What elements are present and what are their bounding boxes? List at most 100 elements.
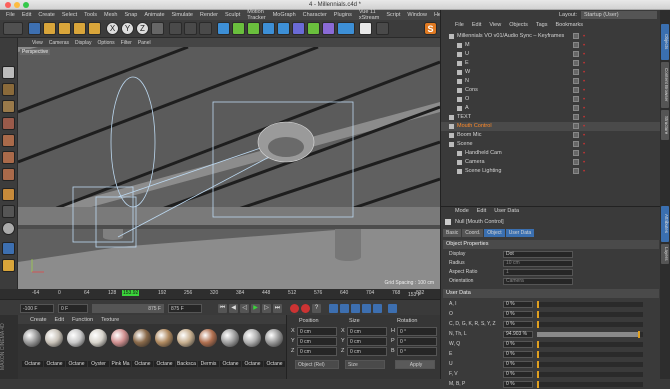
om-menu-objects[interactable]: Objects xyxy=(509,22,528,28)
keyframe-selection-icon[interactable]: ? xyxy=(312,304,321,313)
autokey-icon[interactable] xyxy=(301,304,310,313)
slider-handle[interactable] xyxy=(537,321,539,328)
property-value[interactable]: Camera xyxy=(503,278,573,285)
menu-character[interactable]: Character xyxy=(303,12,327,18)
nurbs-icon[interactable] xyxy=(232,22,245,35)
deformer-icon[interactable] xyxy=(277,22,290,35)
visibility-icon[interactable] xyxy=(573,42,579,48)
tab-object[interactable]: Object xyxy=(484,229,505,237)
viewport-menu-view[interactable]: View xyxy=(32,40,43,46)
material-swatch[interactable]: Octane xyxy=(132,329,153,367)
object-row[interactable]: O • xyxy=(441,95,661,104)
user-data-value[interactable]: 0 % xyxy=(503,321,533,328)
timeline-ruler[interactable]: -64 0 64 128 153.92 192 256 320 384 448 … xyxy=(0,289,440,299)
slider-handle[interactable] xyxy=(537,371,539,378)
visibility-icon[interactable] xyxy=(573,159,579,165)
attr-menu-user-data[interactable]: User Data xyxy=(494,208,519,214)
coordinate-mode-select[interactable]: Object (Rel) xyxy=(295,360,339,369)
spline-icon[interactable] xyxy=(292,22,305,35)
menu-simulate[interactable]: Simulate xyxy=(172,12,193,18)
coord-value-field[interactable]: 0 cm xyxy=(347,337,387,346)
object-row[interactable]: M • xyxy=(441,41,661,50)
coordinate-system-icon[interactable] xyxy=(151,22,164,35)
axis-mode-icon[interactable] xyxy=(2,188,15,201)
material-swatch[interactable]: Octane xyxy=(154,329,175,367)
visibility-icon[interactable] xyxy=(573,105,579,111)
render-view-icon[interactable] xyxy=(169,22,182,35)
menu-edit[interactable]: Edit xyxy=(22,12,31,18)
go-to-end-icon[interactable]: ⏭ xyxy=(273,304,282,313)
material-swatch[interactable]: Octane xyxy=(66,329,87,367)
play-reverse-icon[interactable]: ◁ xyxy=(240,304,249,313)
property-value[interactable]: 1 xyxy=(503,269,573,276)
menu-mograph[interactable]: MoGraph xyxy=(273,12,296,18)
play-icon[interactable]: ▶ xyxy=(251,304,260,313)
polygons-mode-icon[interactable] xyxy=(2,168,15,181)
slider-handle[interactable] xyxy=(537,351,539,358)
om-menu-bookmarks[interactable]: Bookmarks xyxy=(555,22,583,28)
minimize-window-button[interactable] xyxy=(14,2,20,8)
material-swatch[interactable]: Octane xyxy=(220,329,241,367)
viewport-menu-cameras[interactable]: Cameras xyxy=(49,40,69,46)
environment-icon[interactable] xyxy=(322,22,335,35)
object-row[interactable]: Camera • xyxy=(441,158,661,167)
end-frame-field[interactable]: 875 F xyxy=(168,304,202,313)
object-row[interactable]: N • xyxy=(441,77,661,86)
om-menu-edit[interactable]: Edit xyxy=(472,22,481,28)
material-menu-edit[interactable]: Edit xyxy=(55,317,64,323)
next-key-icon[interactable]: ▷ xyxy=(262,304,271,313)
scale-tool-icon[interactable] xyxy=(58,22,71,35)
visibility-icon[interactable] xyxy=(573,132,579,138)
visibility-icon[interactable] xyxy=(573,69,579,75)
timeline-settings-icon[interactable] xyxy=(388,304,397,313)
material-swatch[interactable]: Octane xyxy=(242,329,263,367)
material-menu-function[interactable]: Function xyxy=(72,317,93,323)
user-data-value[interactable]: 0 % xyxy=(503,371,533,378)
slider-handle[interactable] xyxy=(537,311,539,318)
planar-workplane-icon[interactable] xyxy=(2,259,15,272)
playhead[interactable]: 153.92 xyxy=(122,290,140,296)
model-mode-icon[interactable] xyxy=(2,83,15,96)
key-parameter-icon[interactable] xyxy=(362,304,371,313)
bulb-icon[interactable] xyxy=(376,22,389,35)
object-row[interactable]: E • xyxy=(441,59,661,68)
preview-range-slider[interactable]: 875 F xyxy=(92,304,164,313)
viewport-menu-options[interactable]: Options xyxy=(97,40,114,46)
material-swatch[interactable]: Octane xyxy=(22,329,43,367)
om-menu-tags[interactable]: Tags xyxy=(536,22,548,28)
size-mode-select[interactable]: Size xyxy=(345,360,385,369)
tab-coord[interactable]: Coord. xyxy=(462,229,484,237)
user-data-value[interactable]: 0 % xyxy=(503,351,533,358)
user-data-value[interactable]: 0 % xyxy=(503,361,533,368)
side-tab-content-browser[interactable]: Content Browser xyxy=(661,62,669,108)
visibility-icon[interactable] xyxy=(573,51,579,57)
object-row[interactable]: Boom Mic • xyxy=(441,131,661,140)
slider-handle[interactable] xyxy=(637,331,640,338)
cloner-icon[interactable] xyxy=(262,22,275,35)
render-settings-icon[interactable] xyxy=(199,22,212,35)
menu-plugins[interactable]: Plugins xyxy=(334,12,352,18)
camera-icon[interactable] xyxy=(337,22,355,35)
last-tool-icon[interactable] xyxy=(88,22,101,35)
key-scale-icon[interactable] xyxy=(340,304,349,313)
move-tool-icon[interactable] xyxy=(43,22,56,35)
workplane-mode-icon[interactable] xyxy=(2,117,15,130)
select-tool-icon[interactable] xyxy=(28,22,41,35)
coord-value-field[interactable]: 0 cm xyxy=(297,327,337,336)
side-tab-objects[interactable]: Objects xyxy=(661,24,669,60)
locked-workplane-icon[interactable] xyxy=(2,242,15,255)
edges-mode-icon[interactable] xyxy=(2,151,15,164)
slider-handle[interactable] xyxy=(537,381,539,388)
slider-handle[interactable] xyxy=(537,341,539,348)
visibility-icon[interactable] xyxy=(573,96,579,102)
subdivision-icon[interactable] xyxy=(247,22,260,35)
visibility-icon[interactable] xyxy=(573,87,579,93)
visibility-icon[interactable] xyxy=(573,150,579,156)
side-tab-layers[interactable]: Layers xyxy=(661,244,669,264)
key-pla-icon[interactable] xyxy=(373,304,382,313)
attr-menu-edit[interactable]: Edit xyxy=(477,208,486,214)
key-position-icon[interactable] xyxy=(329,304,338,313)
x-axis-icon[interactable]: X xyxy=(106,22,119,35)
user-data-slider[interactable] xyxy=(537,331,643,338)
object-row[interactable]: A • xyxy=(441,104,661,113)
